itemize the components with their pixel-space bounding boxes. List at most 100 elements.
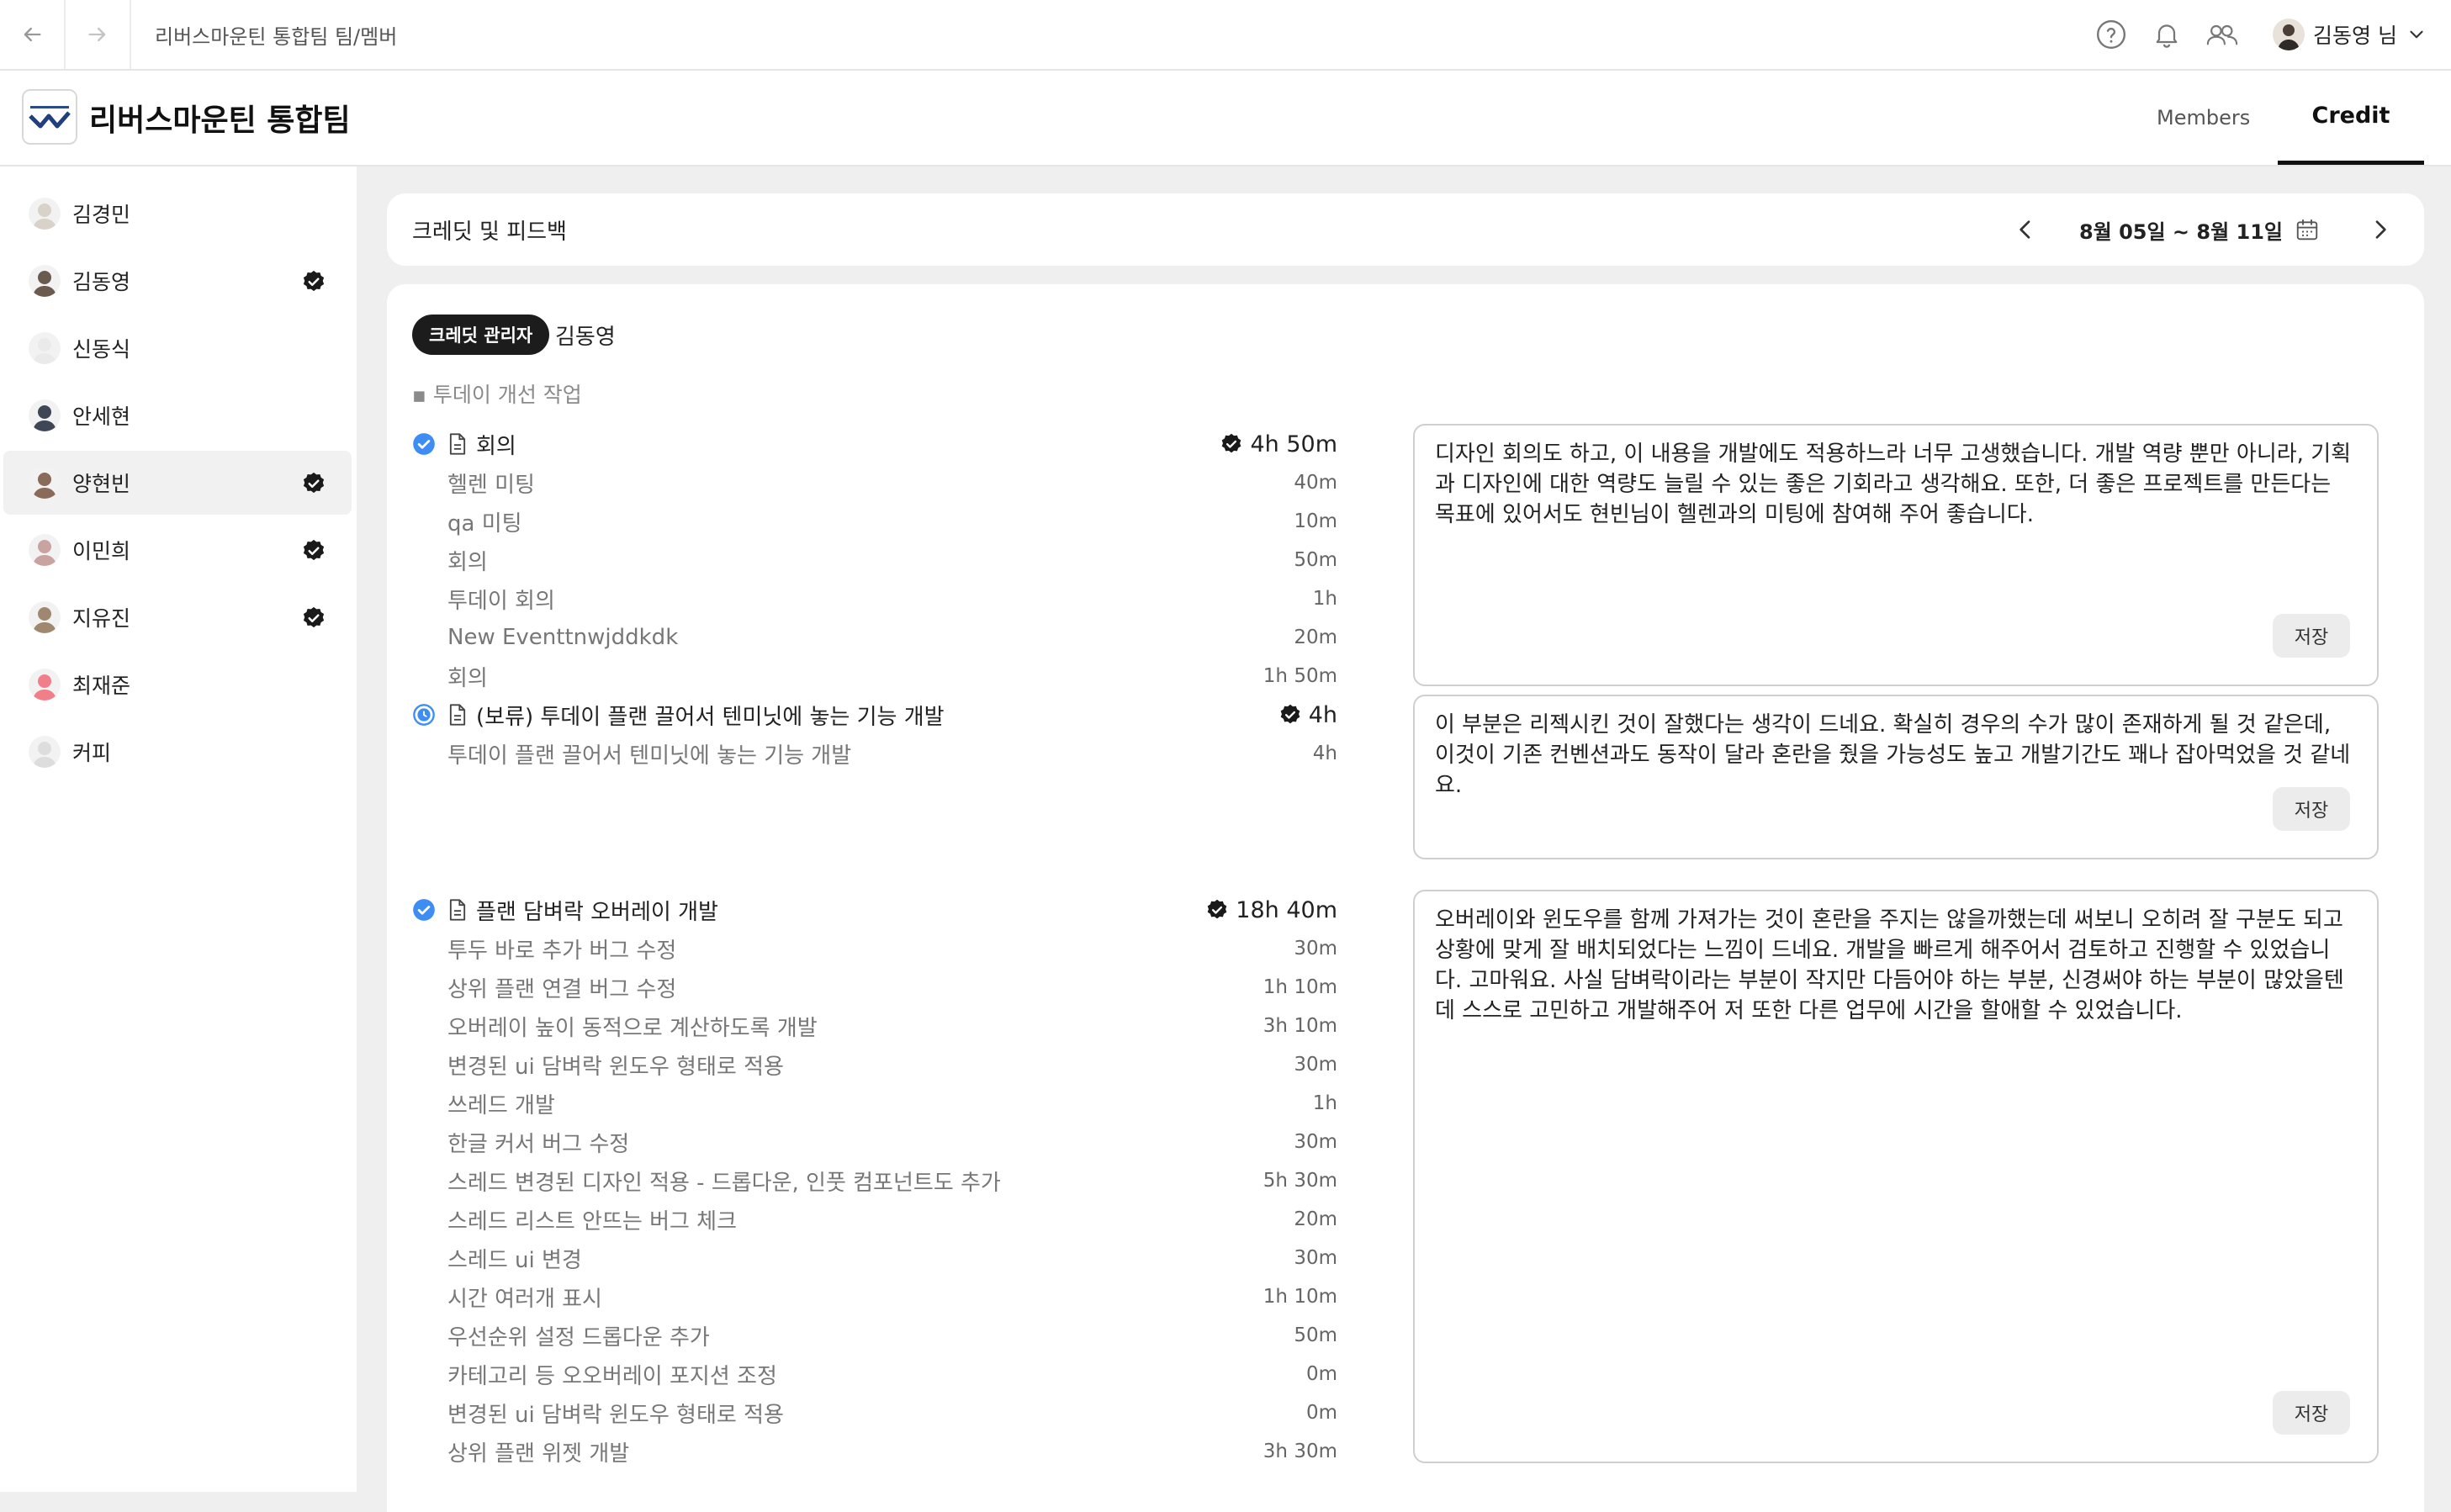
tab-credit[interactable]: Credit — [2278, 71, 2424, 165]
user-menu[interactable]: 김동영 님 — [2273, 19, 2427, 50]
avatar — [29, 669, 61, 700]
sidebar-member[interactable]: 양현빈 — [3, 451, 352, 515]
plan-item-row[interactable]: 투두 바로 추가 버그 수정 30m — [447, 932, 1337, 965]
feedback-text[interactable]: 디자인 회의도 하고, 이 내용을 개발에도 적용하느라 너무 고생했습니다. … — [1435, 439, 2357, 530]
question-circle-icon — [2097, 19, 2126, 50]
sidebar-member[interactable]: 신동식 — [3, 316, 352, 380]
document-icon — [449, 704, 466, 726]
back-button[interactable] — [0, 0, 66, 69]
verified-badge-icon — [1207, 899, 1227, 919]
help-button[interactable] — [2094, 18, 2128, 51]
plan-item-row[interactable]: 쓰레드 개발 1h — [447, 1086, 1337, 1120]
avatar — [2273, 19, 2305, 50]
top-bar: 리버스마운틴 통합팀 팀/멤버 김동영 님 — [0, 0, 2451, 71]
week-range[interactable]: 8월 05일 ~ 8월 11일 — [2079, 215, 2283, 245]
plan-item-row[interactable]: 회의 50m — [447, 543, 1337, 577]
feedback-textarea[interactable]: 오버레이와 윈도우를 함께 가져가는 것이 혼란을 주지는 않을까했는데 써보니… — [1413, 890, 2379, 1463]
chevron-right-icon[interactable] — [2367, 216, 2394, 243]
plan-item-title: 우선순위 설정 드롭다운 추가 — [447, 1324, 710, 1351]
save-button[interactable]: 저장 — [2273, 787, 2350, 831]
plan-item-title: qa 미팅 — [447, 510, 522, 537]
plan-item-row[interactable]: 투데이 플랜 끌어서 텐미닛에 놓는 기능 개발 4h — [447, 737, 1337, 770]
plan-group-title: (보류) 투데이 플랜 끌어서 텐미닛에 놓는 기능 개발 — [476, 704, 945, 730]
top-actions: 김동영 님 — [2094, 0, 2427, 69]
member-name: 이민희 — [72, 539, 131, 563]
credit-header-card: 크레딧 및 피드백 8월 05일 ~ 8월 11일 — [387, 193, 2424, 266]
feedback-textarea[interactable]: 이 부분은 리젝시킨 것이 잘했다는 생각이 드네요. 확실히 경우의 수가 많… — [1413, 695, 2379, 859]
plan-item-time: 1h 10m — [1263, 976, 1337, 998]
plan-item-row[interactable]: 스레드 변경된 디자인 적용 - 드롭다운, 인풋 컴포넌트도 추가 5h 30m — [447, 1164, 1337, 1197]
bell-icon — [2156, 24, 2178, 48]
plan-item-row[interactable]: 한글 커서 버그 수정 30m — [447, 1125, 1337, 1159]
plan-group-title: 회의 — [476, 433, 516, 459]
plan-item-row[interactable]: qa 미팅 10m — [447, 505, 1337, 538]
plan-item-row[interactable]: 회의 1h 50m — [447, 659, 1337, 693]
plan-item-title: 헬렌 미팅 — [447, 472, 535, 498]
plan-item-time: 3h 10m — [1263, 1015, 1337, 1037]
sidebar-member[interactable]: 안세현 — [3, 383, 352, 447]
plan-item-title: 회의 — [447, 549, 488, 575]
sidebar-member[interactable]: 김경민 — [3, 182, 352, 246]
mountain-logo-icon — [24, 91, 76, 143]
save-button[interactable]: 저장 — [2273, 614, 2350, 658]
plan-item-row[interactable]: 변경된 ui 담벼락 윈도우 형태로 적용 30m — [447, 1048, 1337, 1081]
plan-item-title: 한글 커서 버그 수정 — [447, 1131, 630, 1157]
member-name: 김경민 — [72, 203, 131, 227]
save-button[interactable]: 저장 — [2273, 1391, 2350, 1435]
plan-item-row[interactable]: 상위 플랜 연결 버그 수정 1h 10m — [447, 970, 1337, 1004]
plan-group-row[interactable]: 회의 4h 50m — [412, 427, 1337, 461]
sidebar-member[interactable]: 김동영 — [3, 249, 352, 313]
plan-group-total-value: 4h — [1308, 701, 1337, 728]
plan-item-title: 스레드 ui 변경 — [447, 1247, 582, 1273]
plan-item-title: 상위 플랜 연결 버그 수정 — [447, 976, 677, 1002]
forward-button[interactable] — [66, 0, 131, 69]
plan-item-row[interactable]: 스레드 리스트 안뜨는 버그 체크 20m — [447, 1203, 1337, 1236]
page-title: 크레딧 및 피드백 — [412, 219, 567, 245]
sidebar-member[interactable]: 최재준 — [3, 653, 352, 716]
plan-item-row[interactable]: 오버레이 높이 동적으로 계산하도록 개발 3h 10m — [447, 1009, 1337, 1043]
calendar-icon[interactable] — [2295, 217, 2320, 242]
tab-members[interactable]: Members — [2157, 71, 2250, 165]
plan-item-time: 50m — [1294, 1324, 1337, 1346]
plan-item-time: 0m — [1305, 1363, 1337, 1385]
feedback-text[interactable]: 이 부분은 리젝시킨 것이 잘했다는 생각이 드네요. 확실히 경우의 수가 많… — [1435, 710, 2357, 801]
plan-item-row[interactable]: 시간 여러개 표시 1h 10m — [447, 1280, 1337, 1314]
team-logo — [22, 89, 77, 145]
sidebar-member[interactable]: 이민희 — [3, 518, 352, 582]
plan-group-row[interactable]: (보류) 투데이 플랜 끌어서 텐미닛에 놓는 기능 개발 4h — [412, 698, 1337, 732]
plan-item-row[interactable]: 변경된 ui 담벼락 윈도우 형태로 적용 0m — [447, 1396, 1337, 1430]
plan-item-time: 1h 50m — [1263, 665, 1337, 687]
member-name: 최재준 — [72, 674, 131, 698]
plan-item-row[interactable]: 스레드 ui 변경 30m — [447, 1241, 1337, 1275]
plan-item-row[interactable]: 상위 플랜 위젯 개발 3h 30m — [447, 1435, 1337, 1468]
plan-item-time: 5h 30m — [1263, 1170, 1337, 1192]
week-selector: 8월 05일 ~ 8월 11일 — [2012, 193, 2424, 266]
plan-item-title: 스레드 변경된 디자인 적용 - 드롭다운, 인풋 컴포넌트도 추가 — [447, 1170, 1001, 1196]
plan-item-row[interactable]: New Eventtnwjddkdk 20m — [447, 621, 1337, 654]
plan-item-time: 30m — [1294, 1247, 1337, 1269]
credit-card: 크레딧 관리자 김동영 ▪ 투데이 개선 작업 회의 4h 50m 헬렌 미팅 40m… — [387, 284, 2424, 1512]
member-name: 커피 — [72, 741, 112, 765]
sidebar-member[interactable]: 커피 — [3, 720, 352, 784]
plan-item-title: 변경된 ui 담벼락 윈도우 형태로 적용 — [447, 1402, 784, 1428]
verified-badge-icon — [1280, 704, 1300, 724]
notifications-button[interactable] — [2150, 18, 2184, 51]
chevron-down-icon — [2410, 30, 2423, 39]
check-circle-icon — [413, 899, 435, 921]
sidebar-member[interactable]: 지유진 — [3, 585, 352, 649]
people-button[interactable] — [2205, 18, 2239, 51]
plan-item-row[interactable]: 투데이 회의 1h — [447, 582, 1337, 616]
plan-item-row[interactable]: 우선순위 설정 드롭다운 추가 50m — [447, 1319, 1337, 1352]
verified-badge-icon — [303, 539, 325, 561]
plan-item-time: 1h 10m — [1263, 1286, 1337, 1308]
verified-badge-icon — [1222, 433, 1241, 453]
plan-item-row[interactable]: 카테고리 등 오오버레이 포지션 조정 0m — [447, 1357, 1337, 1391]
plan-item-title: 상위 플랜 위젯 개발 — [447, 1441, 630, 1467]
plan-item-row[interactable]: 헬렌 미팅 40m — [447, 466, 1337, 500]
feedback-textarea[interactable]: 디자인 회의도 하고, 이 내용을 개발에도 적용하느라 너무 고생했습니다. … — [1413, 424, 2379, 686]
feedback-text[interactable]: 오버레이와 윈도우를 함께 가져가는 것이 혼란을 주지는 않을까했는데 써보니… — [1435, 905, 2357, 1026]
chevron-left-icon[interactable] — [2012, 216, 2039, 243]
document-icon — [449, 899, 466, 921]
plan-group-title: 플랜 담벼락 오버레이 개발 — [476, 899, 718, 925]
plan-group-row[interactable]: 플랜 담벼락 오버레이 개발 18h 40m — [412, 893, 1337, 927]
